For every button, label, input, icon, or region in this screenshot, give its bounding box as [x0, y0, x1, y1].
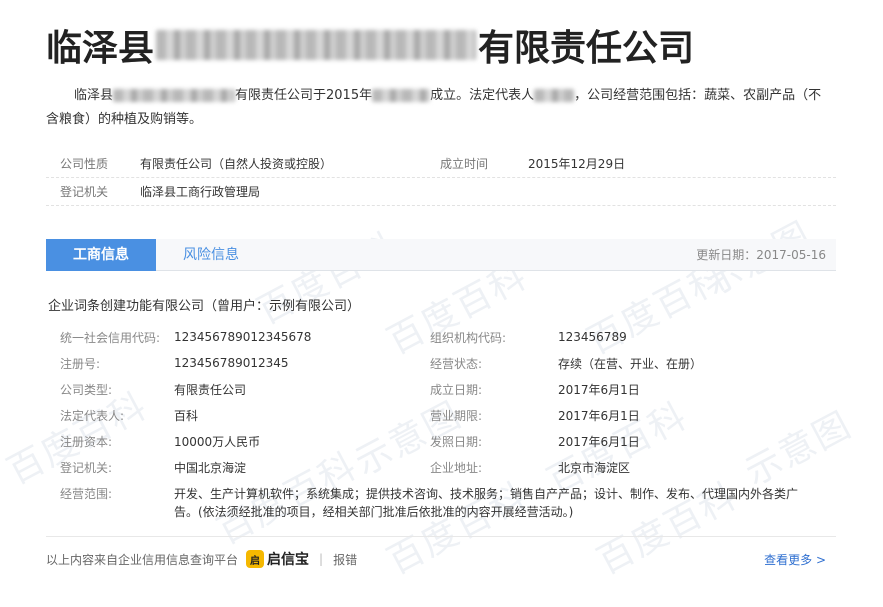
detail-label: 公司类型:	[60, 382, 113, 397]
detail-row: 法定代表人: 百科 营业期限: 2017年6月1日	[46, 402, 836, 428]
detail-value: 2017年6月1日	[558, 434, 640, 449]
company-type-label: 公司性质	[60, 157, 109, 171]
detail-label: 注册资本:	[60, 434, 113, 449]
detail-value: 有限责任公司	[174, 382, 247, 397]
detail-value: 123456789012345	[174, 356, 289, 370]
view-more-link[interactable]: 查看更多 >	[764, 551, 826, 568]
detail-label: 成立日期:	[430, 382, 483, 397]
company-intro: 临泽县 有限责任公司于2015年 成立。法定代表人 ，公司经营范围包括：蔬菜、农副产品…	[46, 84, 826, 132]
detail-label: 发照日期:	[430, 434, 483, 449]
redacted-name	[113, 89, 236, 102]
detail-value: 2017年6月1日	[558, 382, 640, 397]
detail-value: 123456789012345678	[174, 330, 312, 344]
info-tabs: 工商信息 风险信息 更新日期：2017-05-16	[46, 239, 836, 271]
company-name: 企业词条创建功能有限公司（曾用户：示例有限公司）	[48, 299, 361, 314]
redacted-date	[372, 89, 431, 102]
footer-divider	[46, 536, 836, 537]
redacted-name	[156, 30, 477, 60]
detail-row: 公司类型: 有限责任公司 成立日期: 2017年6月1日	[46, 376, 836, 402]
qixinbao-logo-icon: 启	[246, 550, 265, 568]
detail-value: 北京市海淀区	[558, 460, 631, 475]
source-text: 以上内容来自企业信用信息查询平台	[46, 552, 239, 567]
detail-row: 登记机关: 中国北京海淀 企业地址: 北京市海淀区	[46, 454, 836, 480]
basic-row: 登记机关 临泽县工商行政管理局	[46, 178, 836, 206]
founded-value: 2015年12月29日	[528, 157, 626, 171]
detail-label: 组织机构代码:	[430, 330, 507, 345]
detail-label: 统一社会信用代码:	[60, 330, 161, 345]
intro-prefix: 临泽县	[74, 88, 114, 103]
detail-row: 统一社会信用代码: 123456789012345678 组织机构代码: 123…	[46, 324, 836, 350]
scope-value: 开发、生产计算机软件；系统集成；提供技术咨询、技术服务；销售自产产品；设计、制作…	[174, 487, 799, 519]
basic-info: 公司性质 有限责任公司（自然人投资或控股） 成立时间 2015年12月29日 登…	[46, 150, 836, 206]
tab-business-info[interactable]: 工商信息	[46, 239, 156, 271]
detail-label: 登记机关:	[60, 460, 113, 475]
detail-value: 2017年6月1日	[558, 408, 640, 423]
detail-label: 经营状态:	[430, 356, 483, 371]
detail-value: 中国北京海淀	[174, 460, 247, 475]
update-date: 更新日期：2017-05-16	[696, 248, 826, 262]
detail-label: 注册号:	[60, 356, 101, 371]
detail-row: 注册资本: 10000万人民币 发照日期: 2017年6月1日	[46, 428, 836, 454]
intro-part1: 有限责任公司于2015年	[235, 88, 373, 103]
tab-risk-info[interactable]: 风险信息	[156, 239, 266, 271]
detail-label: 企业地址:	[430, 460, 483, 475]
report-error-link[interactable]: 报错	[333, 551, 357, 568]
page-title: 临泽县 有限责任公司	[46, 20, 694, 70]
company-type-value: 有限责任公司（自然人投资或控股）	[140, 157, 333, 171]
detail-row: 注册号: 123456789012345 经营状态: 存续（在营、开业、在册）	[46, 350, 836, 376]
footer: 以上内容来自企业信用信息查询平台 启 启信宝 | 报错 查看更多 >	[46, 548, 836, 570]
detail-label: 营业期限:	[430, 408, 483, 423]
title-suffix: 有限责任公司	[478, 28, 695, 69]
qixinbao-logo-text[interactable]: 启信宝	[267, 549, 309, 569]
scope-row: 经营范围: 开发、生产计算机软件；系统集成；提供技术咨询、技术服务；销售自产产品…	[46, 480, 836, 521]
detail-label: 法定代表人:	[60, 408, 125, 423]
intro-part2: 成立。法定代表人	[430, 88, 535, 103]
detail-value: 123456789	[558, 330, 627, 344]
business-details: 统一社会信用代码: 123456789012345678 组织机构代码: 123…	[46, 324, 836, 521]
detail-value: 百科	[174, 408, 199, 423]
title-prefix: 临泽县	[46, 28, 155, 69]
registrar-label: 登记机关	[60, 185, 109, 199]
watermark-text: 百度百科	[250, 225, 405, 333]
founded-label: 成立时间	[440, 157, 489, 171]
basic-row: 公司性质 有限责任公司（自然人投资或控股） 成立时间 2015年12月29日	[46, 150, 836, 178]
detail-value: 10000万人民币	[174, 434, 261, 449]
redacted-person	[534, 89, 575, 102]
registrar-value: 临泽县工商行政管理局	[140, 185, 261, 199]
detail-value: 存续（在营、开业、在册）	[558, 356, 703, 371]
footer-separator: |	[319, 552, 324, 566]
scope-label: 经营范围:	[60, 487, 113, 501]
